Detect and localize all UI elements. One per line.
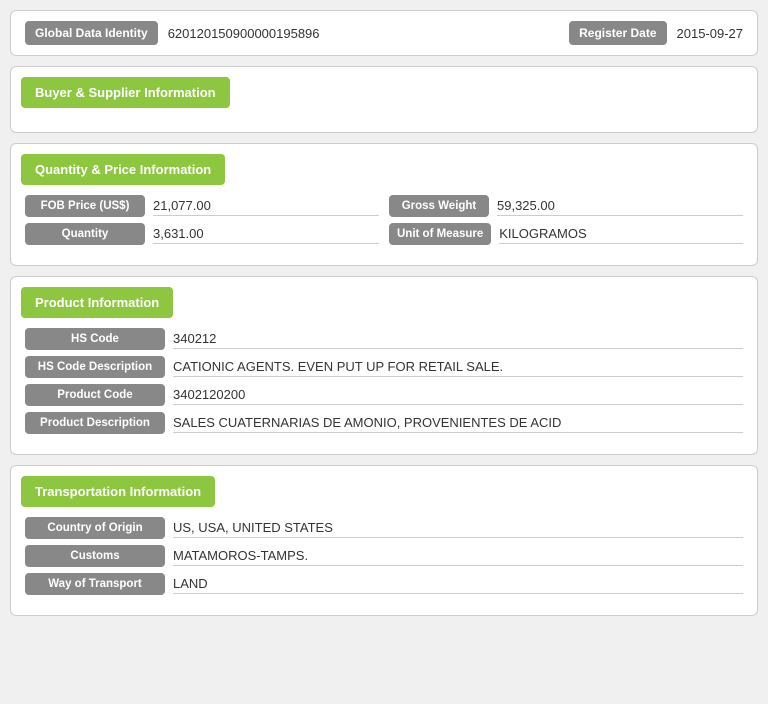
buyer-supplier-header: Buyer & Supplier Information — [21, 77, 230, 108]
product-code-row: Product Code 3402120200 — [25, 384, 743, 406]
customs-row: Customs MATAMOROS-TAMPS. — [25, 545, 743, 567]
quantity-price-body: FOB Price (US$) 21,077.00 Gross Weight 5… — [11, 185, 757, 265]
transportation-section: Transportation Information Country of Or… — [10, 465, 758, 616]
quantity-uom-row: Quantity 3,631.00 Unit of Measure KILOGR… — [25, 223, 743, 245]
product-code-value: 3402120200 — [173, 385, 743, 405]
product-section: Product Information HS Code 340212 HS Co… — [10, 276, 758, 455]
global-data-label: Global Data Identity — [25, 21, 158, 45]
buyer-supplier-body — [11, 108, 757, 132]
hs-code-label: HS Code — [25, 328, 165, 350]
buyer-supplier-section: Buyer & Supplier Information — [10, 66, 758, 133]
country-of-origin-value: US, USA, UNITED STATES — [173, 518, 743, 538]
product-body: HS Code 340212 HS Code Description CATIO… — [11, 318, 757, 454]
gross-weight-value: 59,325.00 — [497, 196, 743, 216]
customs-value: MATAMOROS-TAMPS. — [173, 546, 743, 566]
country-of-origin-label: Country of Origin — [25, 517, 165, 539]
product-desc-label: Product Description — [25, 412, 165, 434]
transportation-body: Country of Origin US, USA, UNITED STATES… — [11, 507, 757, 615]
fob-price-value: 21,077.00 — [153, 196, 379, 216]
quantity-price-section: Quantity & Price Information FOB Price (… — [10, 143, 758, 266]
product-desc-value: SALES CUATERNARIAS DE AMONIO, PROVENIENT… — [173, 413, 743, 433]
customs-label: Customs — [25, 545, 165, 567]
unit-of-measure-pair: Unit of Measure KILOGRAMOS — [389, 223, 743, 245]
hs-code-desc-row: HS Code Description CATIONIC AGENTS. EVE… — [25, 356, 743, 378]
quantity-price-header: Quantity & Price Information — [21, 154, 225, 185]
way-of-transport-label: Way of Transport — [25, 573, 165, 595]
gross-weight-pair: Gross Weight 59,325.00 — [389, 195, 743, 217]
hs-code-desc-label: HS Code Description — [25, 356, 165, 378]
global-data-value: 620120150900000195896 — [168, 26, 559, 41]
page-wrapper: Global Data Identity 6201201509000001958… — [10, 10, 758, 616]
unit-of-measure-label: Unit of Measure — [389, 223, 491, 245]
country-of-origin-row: Country of Origin US, USA, UNITED STATES — [25, 517, 743, 539]
product-code-label: Product Code — [25, 384, 165, 406]
register-date-label: Register Date — [569, 21, 666, 45]
product-desc-row: Product Description SALES CUATERNARIAS D… — [25, 412, 743, 434]
fob-price-pair: FOB Price (US$) 21,077.00 — [25, 195, 379, 217]
way-of-transport-value: LAND — [173, 574, 743, 594]
gross-weight-label: Gross Weight — [389, 195, 489, 217]
unit-of-measure-value: KILOGRAMOS — [499, 224, 743, 244]
hs-code-value: 340212 — [173, 329, 743, 349]
quantity-pair: Quantity 3,631.00 — [25, 223, 379, 245]
quantity-value: 3,631.00 — [153, 224, 379, 244]
register-date-value: 2015-09-27 — [677, 26, 744, 41]
hs-code-row: HS Code 340212 — [25, 328, 743, 350]
fob-gross-row: FOB Price (US$) 21,077.00 Gross Weight 5… — [25, 195, 743, 217]
quantity-label: Quantity — [25, 223, 145, 245]
fob-price-label: FOB Price (US$) — [25, 195, 145, 217]
identity-bar: Global Data Identity 6201201509000001958… — [10, 10, 758, 56]
product-header: Product Information — [21, 287, 173, 318]
hs-code-desc-value: CATIONIC AGENTS. EVEN PUT UP FOR RETAIL … — [173, 357, 743, 377]
transportation-header: Transportation Information — [21, 476, 215, 507]
way-of-transport-row: Way of Transport LAND — [25, 573, 743, 595]
